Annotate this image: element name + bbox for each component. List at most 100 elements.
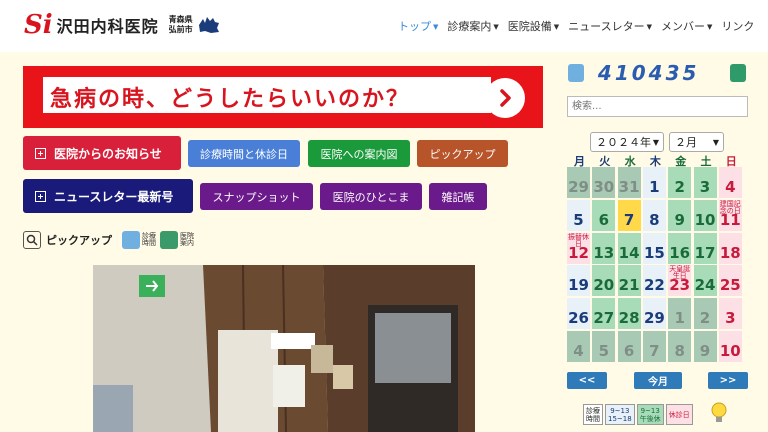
nav-link[interactable]: リンク [721,18,754,34]
calendar-day-number: 29 [643,309,665,328]
calendar-day[interactable]: 1 [642,167,666,198]
chevron-down-icon: ▼ [712,137,719,147]
mini-guide-link[interactable]: 医院 案内 [160,231,194,249]
calendar-day[interactable]: 15 [642,232,666,264]
calendar-day[interactable]: 6 [617,331,641,362]
site-logo[interactable]: Si 沢田内科医院 青森県 弘前市 [24,12,221,38]
hours-button[interactable]: 診療時間と休診日 [188,140,300,167]
calendar-day[interactable]: 建国記念の日 11 [718,199,742,231]
calendar-day[interactable]: 29 [567,167,590,198]
calendar-day[interactable]: 10 [693,199,717,231]
calendar-day[interactable]: 13 [592,232,616,264]
newsletter-button[interactable]: ニュースレター最新号 [23,179,193,213]
chevron-down-icon: ▼ [493,23,499,31]
month-select[interactable]: ２月 ▼ [669,132,724,152]
banner-arrow-button[interactable] [485,78,525,118]
zakki-button[interactable]: 雑記帳 [429,183,487,210]
chevron-down-icon: ▼ [433,23,439,31]
holiday-note: 建国記念の日 [719,199,741,215]
calendar-day[interactable]: 8 [642,199,666,231]
chevron-right-icon [500,89,511,107]
calendar-day-number: 14 [618,243,640,262]
calendar-day-number: 26 [568,309,589,328]
calendar-day[interactable]: 31 [617,167,641,198]
calendar-day-number: 9 [699,342,711,360]
calendar-day[interactable]: 16 [668,232,692,264]
magnifier-icon [23,231,41,249]
next-month-button[interactable]: >> [708,372,748,389]
calendar-day[interactable]: 9 [693,331,717,362]
calendar-day[interactable]: 30 [592,167,616,198]
calendar-day[interactable]: 10 [718,331,742,362]
calendar-day[interactable]: 9 [668,199,692,231]
calendar-day[interactable]: 5 [567,199,590,231]
banner-text: 急病の時、どうしたらいいのか？ [50,87,411,112]
calendar-day-number: 2 [674,178,685,196]
calendar-day[interactable]: 17 [693,232,717,264]
hitokoma-button[interactable]: 医院のひとこま [320,183,422,210]
calendar-day-number: 31 [618,178,640,196]
calendar-day[interactable]: 4 [718,167,742,198]
map-icon [730,64,746,82]
nav-newsletter[interactable]: ニュースレター ▼ [568,18,652,34]
calendar-day-number: 3 [699,178,711,196]
calendar-day[interactable]: 2 [693,298,717,330]
nav-shinryo[interactable]: 診療案内 ▼ [447,18,498,34]
calendar-day[interactable]: 3 [693,167,717,198]
calendar-day-number: 25 [719,276,741,295]
calendar-day-number: 9 [674,210,685,229]
calendar-day-number: 22 [643,276,665,295]
calendar-day-number: 19 [568,276,589,295]
calendar-day-number: 6 [598,210,610,229]
search-input[interactable] [567,96,748,117]
guide-button[interactable]: 医院への案内図 [308,140,410,167]
calendar-day[interactable]: 4 [567,331,590,362]
calendar-day-number: 4 [573,342,584,360]
nav-setsubi[interactable]: 医院設備 ▼ [508,18,559,34]
calendar-day[interactable]: 6 [592,199,616,231]
calendar-day[interactable]: 7 [642,331,666,362]
year-select[interactable]: ２０２４年 ▼ [590,132,664,152]
calendar-day[interactable]: 29 [642,298,666,330]
holiday-note: 振替休日 [568,232,589,248]
calendar-day[interactable]: 5 [592,331,616,362]
calendar-day[interactable]: 振替休日 12 [567,232,590,264]
chevron-down-icon: ▼ [707,23,713,31]
logo-name: 沢田内科医院 [56,17,159,36]
logo-pref-line1: 青森県 [168,15,193,24]
calendar-day[interactable]: 天皇誕生日 23 [668,265,692,297]
main-nav: トップ ▼ 診療案内 ▼ 医院設備 ▼ ニュースレター ▼ メンバー ▼ リンク [398,18,754,34]
nav-top[interactable]: トップ ▼ [398,18,438,34]
calendar-day[interactable]: 26 [567,298,590,330]
calendar-day[interactable]: 18 [718,232,742,264]
prev-month-button[interactable]: << [567,372,607,389]
calendar-day-number: 2 [699,309,711,328]
mini-hours-link[interactable]: 診療 時間 [122,231,156,249]
news-button[interactable]: 医院からのお知らせ [23,136,181,170]
calendar-day-number: 24 [694,276,716,295]
calendar-day[interactable]: 25 [718,265,742,297]
nav-member[interactable]: メンバー ▼ [661,18,712,34]
calendar-day[interactable]: 2 [668,167,692,198]
calendar-day[interactable]: 28 [617,298,641,330]
snapshot-button[interactable]: スナップショット [200,183,313,210]
calendar-day[interactable]: 21 [617,265,641,297]
calendar-day[interactable]: 8 [668,331,692,362]
calendar-day[interactable]: 24 [693,265,717,297]
calendar-day[interactable]: 27 [592,298,616,330]
calendar-day[interactable]: 1 [668,298,692,330]
calendar-day[interactable]: 3 [718,298,742,330]
calendar-day[interactable]: 7 [617,199,641,231]
calendar-day[interactable]: 20 [592,265,616,297]
calendar-day[interactable]: 19 [567,265,590,297]
this-month-button[interactable]: 今月 [634,372,682,389]
calendar-day[interactable]: 14 [617,232,641,264]
calendar-day-number: 16 [669,243,691,262]
pickup-button[interactable]: ピックアップ [417,140,508,167]
legend-full-day: 9~13 15~18 [605,404,635,425]
lightbulb-icon [711,402,727,422]
logo-pref-line2: 弘前市 [168,25,193,34]
calendar-day-number: 5 [598,342,610,360]
calendar-day-number: 15 [643,243,665,262]
calendar-day[interactable]: 22 [642,265,666,297]
